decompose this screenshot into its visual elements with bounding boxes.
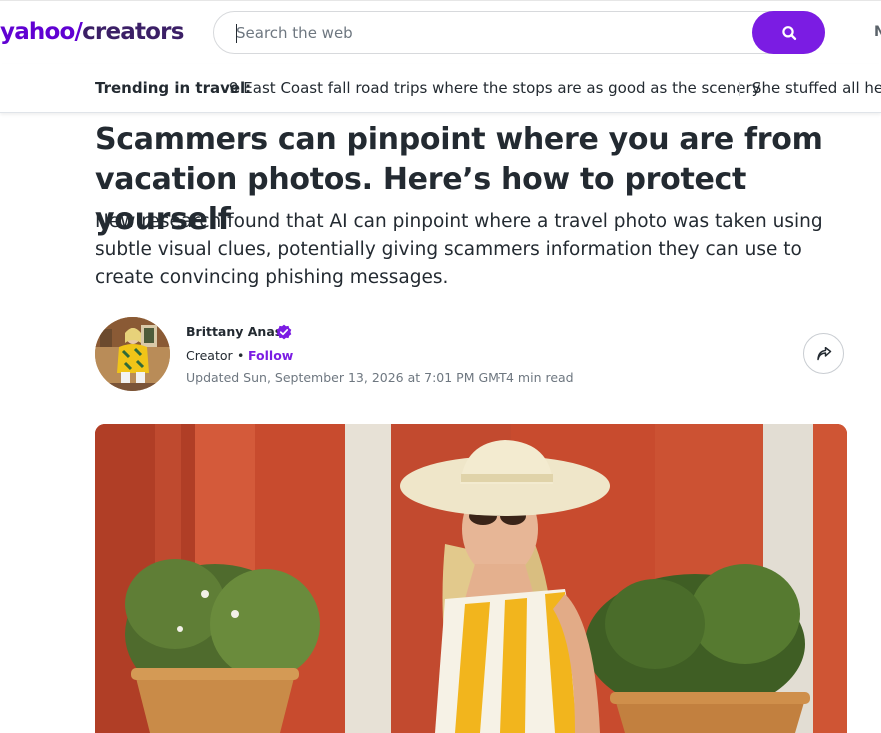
share-button[interactable] xyxy=(803,333,844,374)
trending-divider xyxy=(739,82,740,96)
text-cursor xyxy=(236,24,237,43)
author-byline: Brittany Anas Creator • Follow Updated S… xyxy=(95,317,847,391)
page: yahoo/creators N Trending in travel: 9 E… xyxy=(0,0,881,733)
yahoo-creators-logo[interactable]: yahoo/creators xyxy=(0,17,184,47)
follow-button[interactable]: Follow xyxy=(248,348,293,363)
author-name[interactable]: Brittany Anas xyxy=(186,324,282,339)
search-input[interactable] xyxy=(236,21,736,45)
author-role: Creator xyxy=(186,348,233,363)
trending-link[interactable]: She stuffed all her xyxy=(752,79,881,97)
verified-badge-icon xyxy=(276,324,292,340)
logo-brand: yahoo/ xyxy=(0,19,83,45)
trending-label: Trending in travel: xyxy=(95,79,252,97)
updated-timestamp: Updated Sun, September 13, 2026 at 7:01 … xyxy=(186,370,507,385)
logo-product: creators xyxy=(82,19,184,45)
site-header: yahoo/creators N xyxy=(0,0,881,64)
trending-bar: Trending in travel: 9 East Coast fall ro… xyxy=(0,64,881,113)
trending-link[interactable]: 9 East Coast fall road trips where the s… xyxy=(229,79,761,97)
author-avatar[interactable] xyxy=(95,317,170,391)
search-button[interactable] xyxy=(752,11,825,54)
header-top-border xyxy=(0,0,881,1)
article-summary: New research found that AI can pinpoint … xyxy=(95,211,823,288)
byline-separator: • xyxy=(237,348,245,363)
search-box xyxy=(213,11,825,54)
header-right-link[interactable]: N xyxy=(874,24,881,40)
share-arrow-icon xyxy=(816,346,831,360)
read-time: 4 min read xyxy=(506,370,574,385)
hero-image xyxy=(95,424,847,733)
meta-separator: · xyxy=(497,370,501,385)
search-icon xyxy=(781,25,796,40)
